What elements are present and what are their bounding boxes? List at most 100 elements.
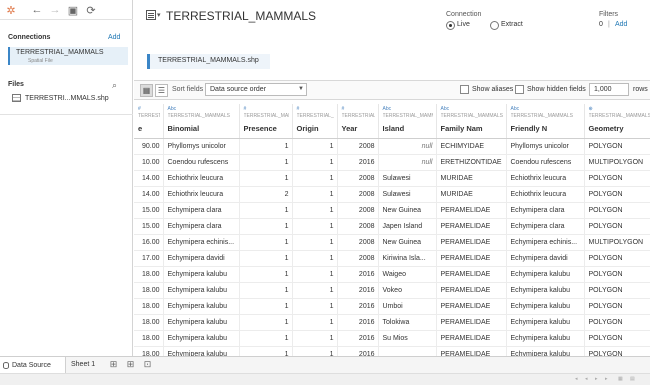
column-header[interactable]: #TERRESTRIAL_MAMMALS Origin [292, 104, 338, 139]
table-cell: Su Mios [378, 330, 437, 347]
table-cell: MULTIPOLYGON [584, 154, 650, 171]
extract-radio[interactable] [490, 21, 499, 30]
table-cell: ECHIMYIDAE [436, 138, 507, 155]
string-type-icon[interactable]: Abc [511, 106, 581, 113]
data-grid: #TERRESTRIAL_MAMMALSeAbcTERRESTRIAL_MAMM… [134, 104, 650, 356]
table-cell: Echiothrix leucura [163, 170, 240, 187]
forward-icon[interactable]: → [48, 3, 62, 17]
string-type-icon[interactable]: Abc [441, 106, 503, 113]
table-cell: 1 [239, 266, 293, 283]
column-source: TERRESTRIAL_MAMMALS [296, 113, 334, 119]
number-type-icon[interactable]: # [297, 106, 334, 113]
show-aliases-checkbox[interactable] [460, 85, 469, 94]
column-name: Friendly N [510, 124, 548, 133]
table-cell: 1 [292, 314, 338, 331]
table-cell: 1 [292, 218, 338, 235]
show-hidden-label[interactable]: Show hidden fields [527, 86, 586, 93]
sheet-sorter-icon[interactable]: ▦ [618, 376, 624, 382]
number-type-icon[interactable]: # [244, 106, 289, 113]
table-cell: 15.00 [134, 218, 164, 235]
show-hidden-checkbox[interactable] [515, 85, 524, 94]
back-icon[interactable]: ← [30, 3, 44, 17]
table-cell: 1 [292, 330, 338, 347]
sort-fields-select[interactable]: Data source order [205, 83, 307, 96]
column-header[interactable]: ⊕ TERRESTRIAL_MAMMALS Geometry [584, 104, 650, 139]
save-icon[interactable]: ▣ [66, 3, 80, 17]
live-label[interactable]: Live [457, 21, 470, 28]
prev-sheet-icon[interactable]: ◂ [585, 376, 591, 382]
column-header[interactable]: #TERRESTRIAL_MAMMALSe [134, 104, 164, 139]
number-type-icon[interactable]: # [138, 106, 160, 113]
datasource-title[interactable]: TERRESTRIAL_MAMMALS [166, 9, 316, 23]
new-dashboard-icon[interactable]: ⊞ [125, 359, 136, 370]
live-radio[interactable] [446, 21, 455, 30]
table-cell: 1 [292, 154, 338, 171]
app-toolbar: ✲ ← → ▣ ⟳ [0, 0, 133, 20]
column-name: Island [382, 124, 405, 133]
canvas-table-pill[interactable]: TERRESTRIAL_MAMMALS.shp [147, 54, 270, 69]
grid-view-button[interactable]: ▦ [140, 84, 153, 97]
table-row: 17.00 Echymipera davidi 1 1 2008 Kiriwina Isl… [134, 250, 650, 267]
filters-separator: | [608, 21, 610, 28]
add-filter-link[interactable]: Add [615, 21, 627, 28]
string-type-icon[interactable]: Abc [383, 106, 433, 113]
table-cell: Echymipera echinis... [506, 234, 585, 251]
table-cell: Echymipera davidi [506, 250, 585, 267]
table-cell: 2 [239, 186, 293, 203]
extract-label[interactable]: Extract [501, 21, 523, 28]
column-header[interactable]: Abc TERRESTRIAL_MAMMALS Family Nam [436, 104, 507, 139]
table-cell: MULTIPOLYGON [584, 234, 650, 251]
globe-icon[interactable]: ⊕ [589, 106, 650, 113]
show-aliases-label[interactable]: Show aliases [472, 86, 513, 93]
table-cell: Waigeo [378, 266, 437, 283]
table-cell: Echymipera kalubu [163, 314, 240, 331]
table-cell: 2016 [337, 298, 379, 315]
datasource-icon[interactable] [146, 10, 156, 20]
tab-data-source[interactable]: Data Source [0, 357, 66, 373]
search-icon[interactable]: ⌕ [112, 80, 122, 90]
column-header[interactable]: Abc TERRESTRIAL_MAMMALS Friendly N [506, 104, 585, 139]
file-item[interactable]: TERRESTRI...MMALS.shp [12, 92, 127, 104]
new-worksheet-icon[interactable]: ⊞ [108, 359, 119, 370]
table-cell: 2016 [337, 266, 379, 283]
connection-item[interactable]: TERRESTRIAL_MAMMALS Spatial File [8, 47, 128, 65]
column-name: Geometry [588, 124, 624, 133]
rows-input[interactable]: 1,000 [589, 83, 629, 96]
chevron-down-icon[interactable]: ▼ [298, 86, 304, 92]
list-view-button[interactable]: ☰ [155, 84, 168, 97]
table-file-icon [12, 94, 21, 102]
chevron-down-icon[interactable]: ▾ [157, 11, 161, 19]
table-cell: Echymipera kalubu [163, 282, 240, 299]
table-cell: Echymipera kalubu [506, 314, 585, 331]
table-cell: 2016 [337, 154, 379, 171]
tableau-logo-icon[interactable]: ✲ [4, 3, 18, 17]
next-sheet-icon[interactable]: ▸ [595, 376, 601, 382]
table-cell: New Guinea [378, 234, 437, 251]
add-connection-link[interactable]: Add [108, 34, 120, 41]
table-cell: Echymipera kalubu [506, 266, 585, 283]
column-header[interactable]: #TERRESTRIAL_MAMMALS Presence [239, 104, 293, 139]
table-cell: POLYGON [584, 266, 650, 283]
refresh-icon[interactable]: ⟳ [84, 3, 98, 17]
last-sheet-icon[interactable]: ▸ [605, 376, 611, 382]
table-cell: 2008 [337, 138, 379, 155]
string-type-icon[interactable]: Abc [168, 106, 236, 113]
table-cell: 1 [292, 250, 338, 267]
number-type-icon[interactable]: # [342, 106, 375, 113]
table-cell: Echymipera clara [163, 202, 240, 219]
table-cell: Echymipera kalubu [163, 330, 240, 347]
table-cell: Echymipera clara [506, 202, 585, 219]
table-cell: 10.00 [134, 154, 164, 171]
table-row: 10.00 Coendou rufescens 1 1 2016 null ERETHIZO… [134, 154, 650, 171]
column-header[interactable]: Abc TERRESTRIAL_MAMMALS Binomial [163, 104, 240, 139]
film-strip-icon[interactable]: ▤ [630, 376, 636, 382]
table-cell: POLYGON [584, 138, 650, 155]
column-header[interactable]: #TERRESTRIAL_MAMMALS Year [337, 104, 379, 139]
column-source: TERRESTRIAL_MAMMALS [440, 113, 503, 119]
tab-sheet-1[interactable]: Sheet 1 [71, 361, 95, 368]
column-header[interactable]: AbcTERRESTRIAL_MAMMALS Island [378, 104, 437, 139]
new-story-icon[interactable]: ⊡ [142, 359, 153, 370]
table-cell: Echiothrix leucura [506, 186, 585, 203]
first-sheet-icon[interactable]: ◂ [575, 376, 581, 382]
table-cell: Echymipera clara [163, 218, 240, 235]
